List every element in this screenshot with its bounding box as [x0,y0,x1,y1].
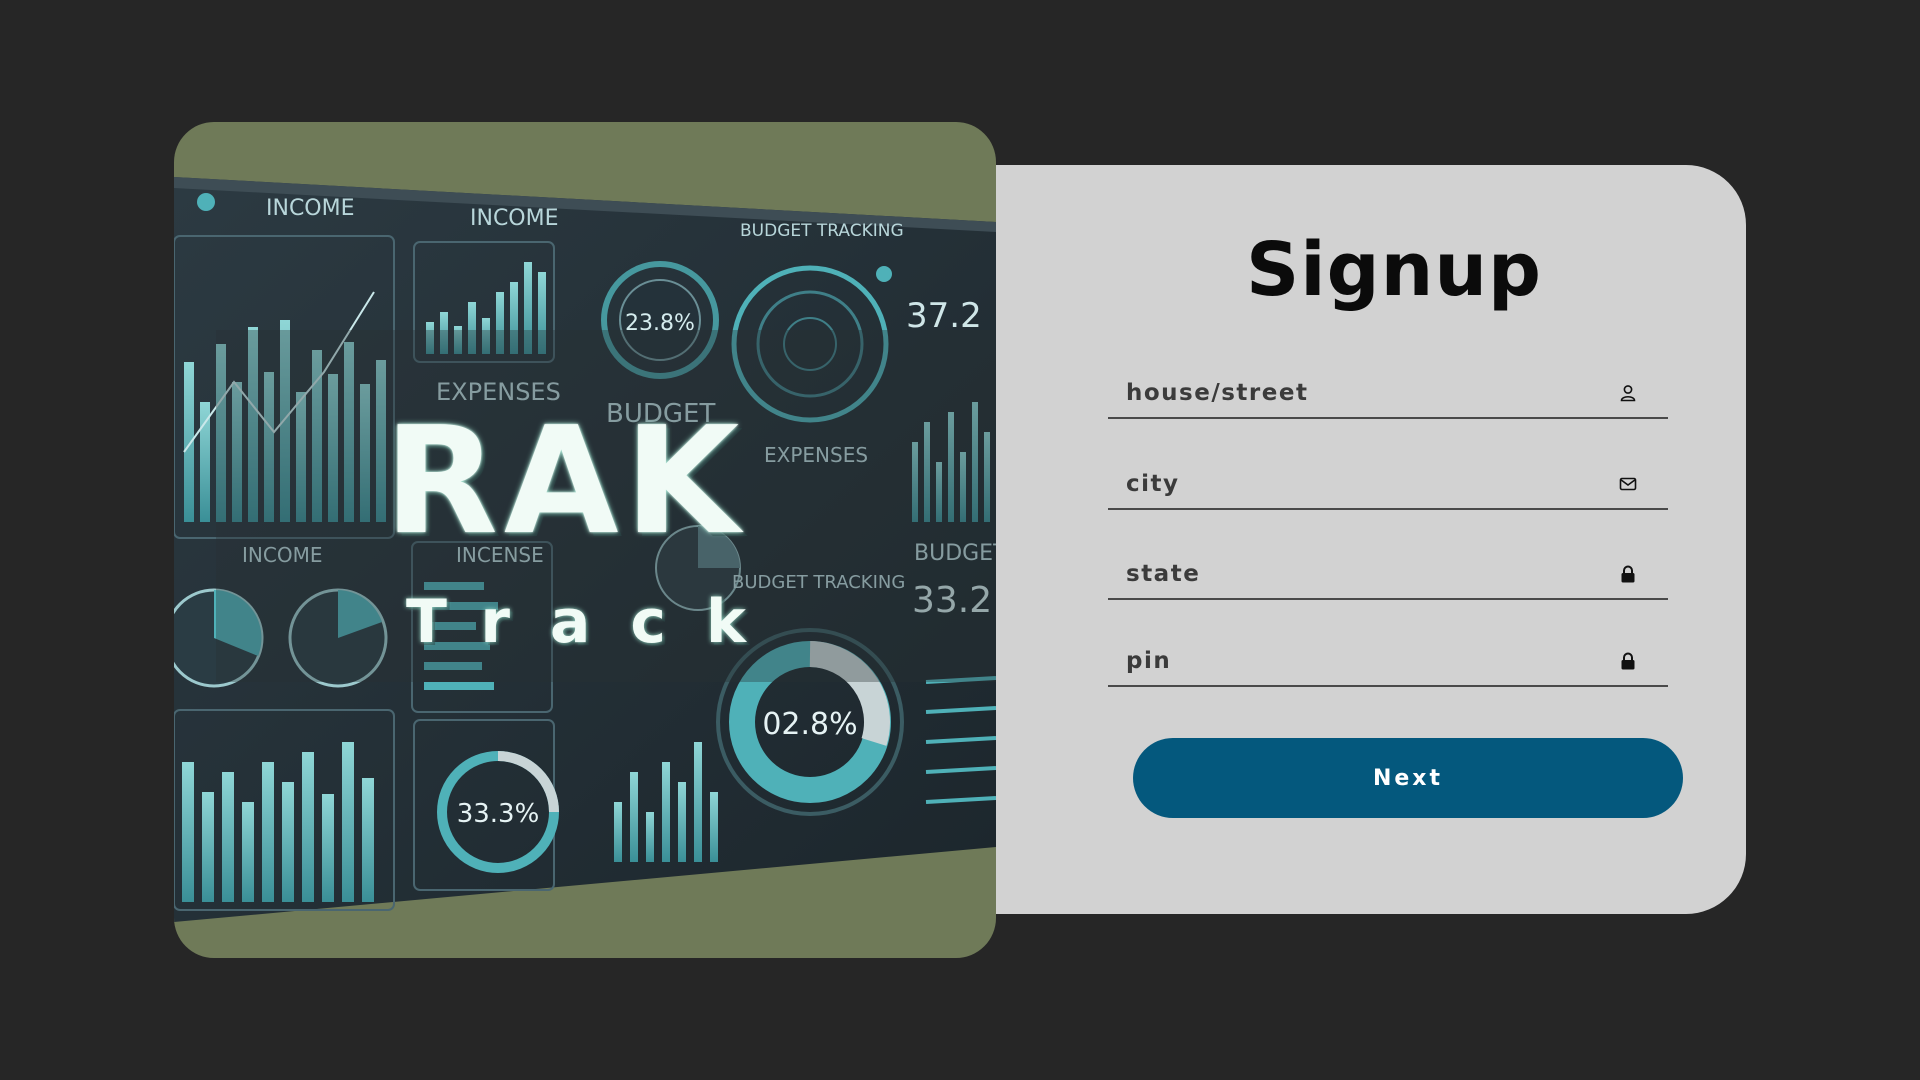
city-input[interactable] [1108,462,1626,506]
house-street-input[interactable] [1108,371,1626,415]
pin-input[interactable] [1108,639,1626,683]
user-icon [1620,385,1636,402]
pin-field [1108,639,1668,687]
lock-icon [1621,652,1635,670]
house-street-field [1108,371,1668,419]
mail-icon [1619,477,1637,491]
signup-card: Signup Next [960,165,1746,914]
city-field [1108,462,1668,510]
hero-image: INCOME INCOME BUDGET TRACKING 23.8% 37.2… [174,122,996,958]
brand-logo-subtitle: Track [406,587,786,657]
art-label: BUDGET TRACKING [740,221,904,241]
brand-logo-title: RAK [384,395,746,567]
state-field [1108,552,1668,600]
art-label: 02.8% [762,707,857,742]
art-label: 33.3% [457,799,540,829]
art-label: INCOME [470,206,559,231]
page-title: Signup [1246,227,1542,313]
state-input[interactable] [1108,552,1626,596]
art-label: INCOME [266,196,355,221]
lock-icon [1621,565,1635,583]
next-button[interactable]: Next [1133,738,1683,818]
